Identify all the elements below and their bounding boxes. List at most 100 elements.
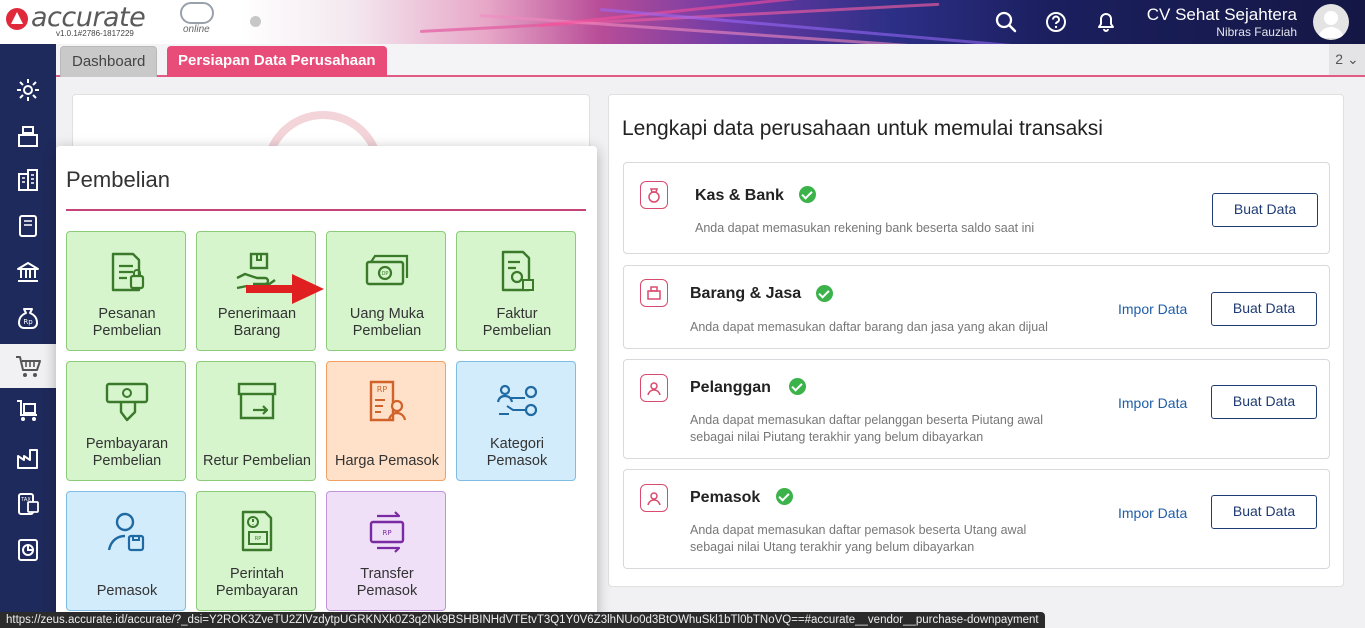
setup-item-barang-jasa: Barang & Jasa Anda dapat memasukan dafta…: [623, 265, 1330, 349]
check-icon: [789, 378, 806, 395]
setup-item-pemasok: Pemasok Anda dapat memasukan daftar pema…: [623, 469, 1330, 569]
user-avatar-icon: [1318, 11, 1344, 38]
supplier-icon: [640, 484, 668, 512]
svg-text:RP: RP: [382, 529, 391, 537]
sidebar: Rp TAX: [0, 44, 56, 628]
tile-retur-pembelian[interactable]: Retur Pembelian: [196, 361, 316, 481]
tile-label: Pesanan Pembelian: [92, 306, 162, 339]
tile-pemasok[interactable]: Pemasok: [66, 491, 186, 611]
tab-persiapan-data[interactable]: Persiapan Data Perusahaan: [167, 46, 387, 77]
pembelian-menu: Pembelian Pesanan Pembelian Penerimaan Bar…: [56, 146, 597, 628]
supplier-price-icon: RP: [369, 380, 407, 422]
check-icon: [799, 186, 816, 203]
buat-data-button[interactable]: Buat Data: [1212, 193, 1318, 227]
cash-bank-icon: [640, 181, 668, 209]
warehouse-icon: [17, 400, 37, 421]
company-info[interactable]: CV Sehat Sejahtera Nibras Fauziah: [1147, 5, 1297, 39]
tile-uang-muka-pembelian[interactable]: DP Uang Muka Pembelian: [326, 231, 446, 351]
help-icon[interactable]: [1043, 9, 1069, 35]
sidebar-item-bank[interactable]: [0, 250, 56, 294]
buat-data-button[interactable]: Buat Data: [1211, 495, 1317, 529]
buat-data-button[interactable]: Buat Data: [1211, 385, 1317, 419]
sidebar-item-company[interactable]: [0, 158, 56, 202]
report-icon: [18, 539, 38, 561]
logo-text: accurate: [31, 2, 146, 33]
tax-icon: TAX: [18, 493, 39, 515]
tile-pembayaran-pembelian[interactable]: Pembayaran Pembelian: [66, 361, 186, 481]
bell-icon[interactable]: [1093, 9, 1119, 35]
payment-order-icon: RP: [241, 510, 273, 552]
sidebar-item-inventory[interactable]: [0, 388, 56, 432]
setup-item-desc: Anda dapat memasukan rekening bank beser…: [695, 221, 1035, 235]
chevron-down-icon: ⌄: [1346, 51, 1359, 67]
cart-icon: [16, 356, 41, 377]
tile-label: Transfer Pemasok: [356, 566, 418, 599]
tab-dashboard[interactable]: Dashboard: [60, 46, 158, 77]
customer-icon: [640, 374, 668, 402]
setup-item-desc: Anda dapat memasukan daftar pemasok bese…: [690, 523, 1027, 537]
setup-item-desc: Anda dapat memasukan daftar pelanggan be…: [690, 413, 1044, 427]
sidebar-item-report[interactable]: [0, 528, 56, 572]
setup-item-title: Pelanggan: [690, 379, 771, 396]
sidebar-item-settings[interactable]: [0, 68, 56, 112]
cash-register-icon: [18, 126, 38, 147]
tile-label: Harga Pemasok: [335, 453, 439, 469]
app-header: accurate online v1.0.1#2786-1817229 CV S…: [0, 0, 1365, 44]
tab-count: 2: [1335, 51, 1344, 67]
tile-label: Perintah Pembayaran: [215, 566, 299, 599]
impor-data-link[interactable]: Impor Data: [1118, 395, 1187, 411]
setup-item-pelanggan: Pelanggan Anda dapat memasukan daftar pe…: [623, 359, 1330, 459]
sidebar-item-ledger[interactable]: [0, 204, 56, 248]
tab-bar: Dashboard Persiapan Data Perusahaan 2 ⌄: [56, 44, 1365, 77]
setup-item-title: Pemasok: [690, 489, 761, 506]
logo-online: online: [183, 24, 210, 35]
box-icon: [640, 279, 668, 307]
search-icon[interactable]: [993, 9, 1019, 35]
money-bag-icon: Rp: [18, 308, 38, 329]
setup-item-title: Kas & Bank: [695, 187, 784, 204]
company-name: CV Sehat Sejahtera: [1146, 5, 1297, 24]
sidebar-item-tax[interactable]: TAX: [0, 482, 56, 526]
status-dot: [250, 16, 261, 27]
bank-icon: [17, 262, 39, 282]
tile-perintah-pembayaran[interactable]: RP Perintah Pembayaran: [196, 491, 316, 611]
return-icon: [237, 382, 277, 420]
tile-label: Penerimaan Barang: [217, 306, 297, 339]
sidebar-item-purchase[interactable]: [0, 344, 56, 388]
setup-item-kas-bank: Kas & Bank Anda dapat memasukan rekening…: [623, 162, 1330, 254]
tile-label: Pemasok: [96, 583, 158, 599]
tile-faktur-pembelian[interactable]: Faktur Pembelian: [456, 231, 576, 351]
setup-card: Lengkapi data perusahaan untuk memulai t…: [608, 94, 1344, 587]
setup-title: Lengkapi data perusahaan untuk memulai t…: [622, 117, 1103, 140]
svg-text:RP: RP: [377, 385, 388, 394]
tile-pesanan-pembelian[interactable]: Pesanan Pembelian: [66, 231, 186, 351]
cloud-icon: [180, 2, 214, 24]
tile-label: Pembayaran Pembelian: [85, 436, 169, 469]
impor-data-link[interactable]: Impor Data: [1118, 301, 1187, 317]
down-payment-icon: DP: [365, 254, 409, 286]
check-icon: [816, 285, 833, 302]
supplier-category-icon: [496, 384, 538, 417]
sidebar-item-payment[interactable]: Rp: [0, 296, 56, 340]
tile-transfer-pemasok[interactable]: RP Transfer Pemasok: [326, 491, 446, 611]
sidebar-item-sales[interactable]: [0, 114, 56, 158]
impor-data-link[interactable]: Impor Data: [1118, 505, 1187, 521]
tab-count-dropdown[interactable]: 2 ⌄: [1329, 44, 1365, 75]
svg-text:DP: DP: [382, 271, 389, 277]
red-arrow-annotation: [246, 274, 324, 304]
setup-item-desc-2: sebagai nilai Utang terakhir yang belum …: [690, 540, 975, 554]
setup-item-desc: Anda dapat memasukan daftar barang dan j…: [690, 320, 1048, 334]
sidebar-item-asset[interactable]: [0, 436, 56, 480]
svg-text:Rp: Rp: [23, 318, 33, 326]
svg-text:RP: RP: [255, 536, 262, 542]
gear-icon: [17, 79, 39, 101]
version-label: v1.0.1#2786-1817229: [56, 29, 134, 38]
avatar[interactable]: [1313, 4, 1349, 40]
transfer-icon: RP: [369, 511, 405, 553]
buat-data-button[interactable]: Buat Data: [1211, 292, 1317, 326]
tile-kategori-pemasok[interactable]: Kategori Pemasok: [456, 361, 576, 481]
user-name: Nibras Fauziah: [1216, 25, 1297, 39]
logo-mark-icon: [6, 8, 28, 30]
supplier-icon: [107, 512, 145, 552]
tile-harga-pemasok[interactable]: RP Harga Pemasok: [326, 361, 446, 481]
